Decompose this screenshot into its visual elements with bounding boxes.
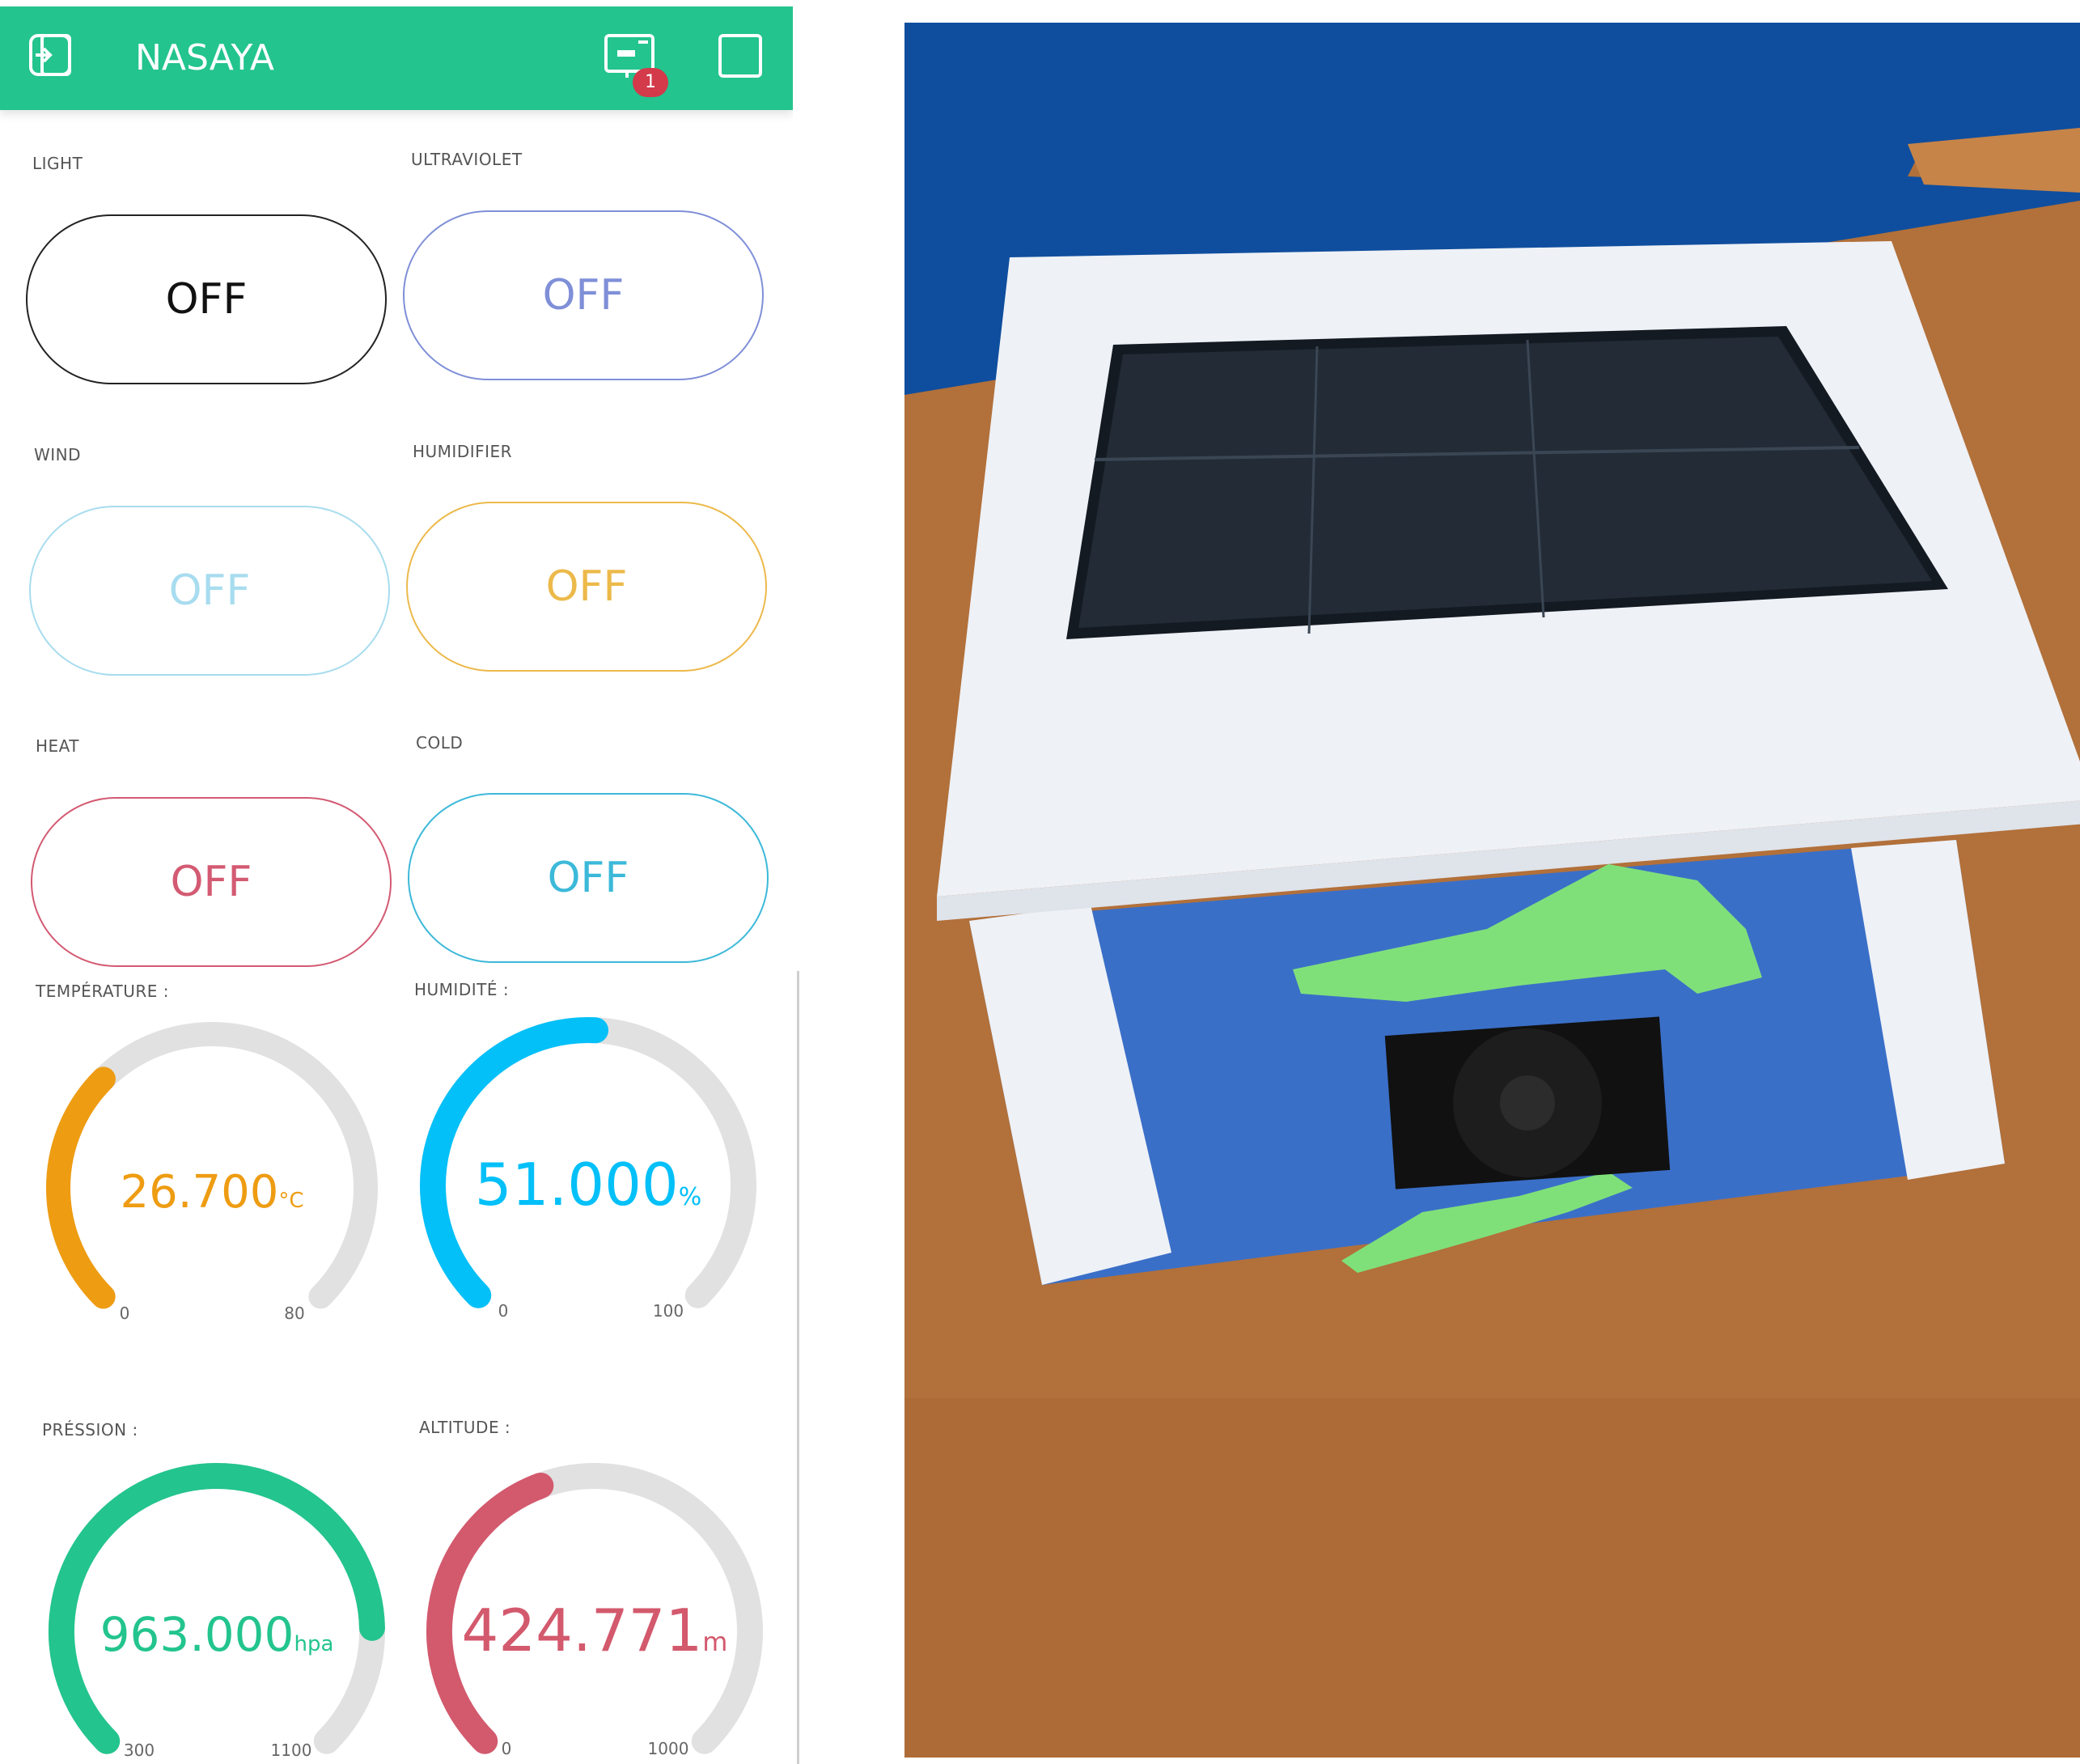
divider — [797, 971, 799, 1764]
gauge-min-label: 0 — [502, 1739, 512, 1758]
altitude-gauge: 424.771m 0 1000 — [426, 1463, 763, 1758]
gauge-unit: m — [702, 1626, 727, 1657]
gauge-max-label: 1000 — [648, 1739, 689, 1758]
blynk-app-screen: NASAYA 1 LIGHT OFF ULTRAVIOLET OFF WIND … — [0, 0, 793, 1764]
gauge-value: 424.771m — [462, 1597, 728, 1664]
device-photo — [904, 23, 2080, 1758]
